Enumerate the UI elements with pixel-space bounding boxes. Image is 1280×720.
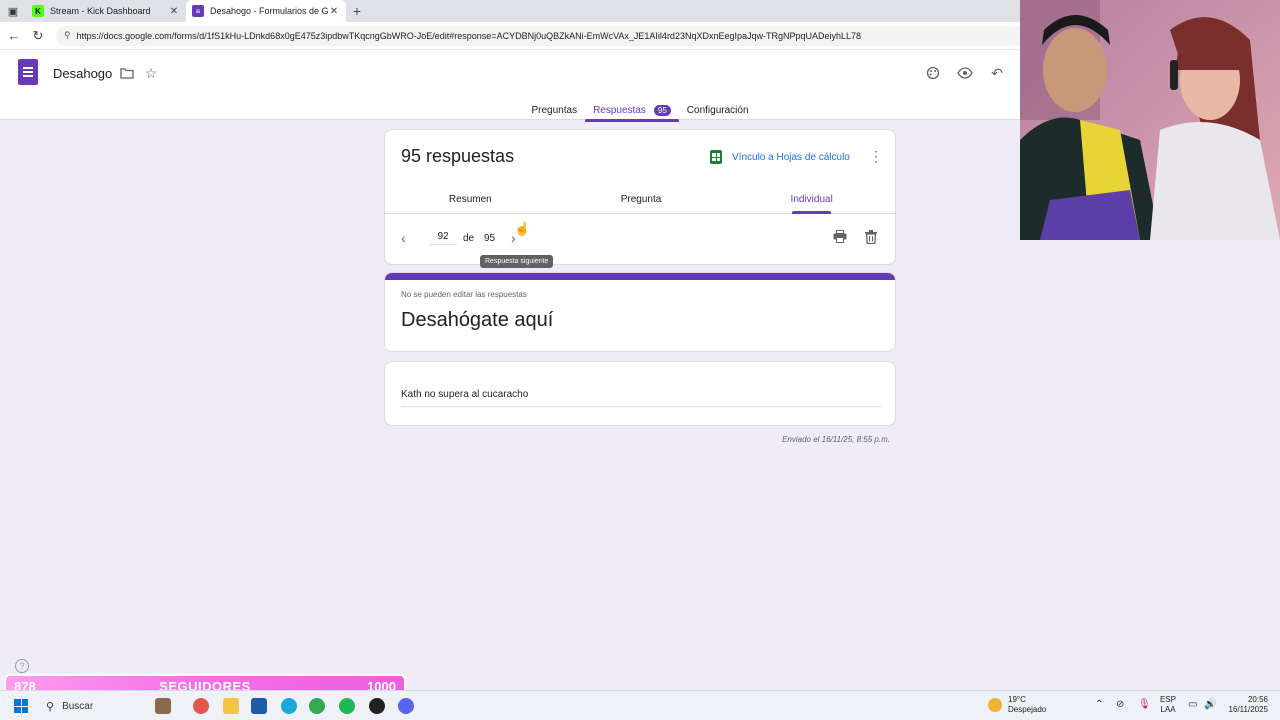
- response-count-badge: 95: [653, 104, 671, 116]
- google-forms-logo-icon[interactable]: [18, 59, 38, 85]
- url-text: https://docs.google.com/forms/d/1fS1kHu-…: [76, 30, 862, 41]
- response-view-tabs: Resumen Pregunta Individual: [385, 185, 897, 214]
- moon-icon: [988, 698, 1002, 712]
- app-icon[interactable]: [193, 698, 209, 714]
- folder-icon[interactable]: [117, 63, 137, 83]
- forms-icon: ≡: [192, 5, 204, 17]
- new-tab-button[interactable]: +: [346, 0, 368, 22]
- windows-start-icon[interactable]: [14, 699, 28, 713]
- delete-icon[interactable]: [865, 229, 877, 247]
- app-icon[interactable]: [251, 698, 267, 714]
- kick-icon: K: [32, 5, 44, 17]
- undo-icon[interactable]: ↶: [987, 63, 1007, 83]
- more-options-icon[interactable]: ⋮: [869, 148, 883, 165]
- tab-label: Preguntas: [531, 104, 578, 116]
- display-icon[interactable]: ▭: [1188, 699, 1197, 710]
- form-header-card: No se pueden editar las respuestas Desah…: [384, 272, 896, 352]
- weather-desc: Despejado: [1008, 705, 1047, 714]
- document-title[interactable]: Desahogo: [53, 66, 112, 81]
- file-explorer-icon[interactable]: [223, 698, 239, 714]
- discord-icon[interactable]: [398, 698, 414, 714]
- search-icon: ⚲: [46, 700, 55, 713]
- taskbar-search[interactable]: ⚲ Buscar: [40, 696, 148, 716]
- tab-label: Pregunta: [620, 193, 662, 205]
- microphone-icon[interactable]: 🎙: [1138, 699, 1151, 710]
- next-response-tooltip: Respuesta siguiente: [480, 255, 554, 268]
- preview-eye-icon[interactable]: [955, 63, 975, 83]
- spotify-icon[interactable]: [339, 698, 355, 714]
- clock[interactable]: 20:56 16/11/2025: [1222, 695, 1268, 715]
- windows-taskbar: ⚲ Buscar 19°C Despejado ⌃ ⊘ 🎙 ESP LAA ▭ …: [0, 690, 1280, 720]
- clock-date: 16/11/2025: [1228, 705, 1268, 714]
- tab-title: Stream - Kick Dashboard: [50, 6, 151, 16]
- lang-code: ESP: [1160, 695, 1177, 704]
- network-icon[interactable]: ⊘: [1116, 699, 1124, 710]
- pager-of-label: de: [463, 232, 475, 244]
- url-field[interactable]: ⚲ https://docs.google.com/forms/d/1fS1kH…: [56, 25, 1056, 46]
- google-sheets-icon: [710, 150, 722, 164]
- tab-pregunta[interactable]: Pregunta: [556, 185, 727, 213]
- close-tab-icon[interactable]: ✕: [168, 6, 180, 17]
- tab-individual[interactable]: Individual: [726, 185, 897, 214]
- tab-label: Resumen: [448, 193, 492, 205]
- previous-response-icon[interactable]: ‹: [401, 230, 406, 246]
- chrome-icon[interactable]: [309, 698, 325, 714]
- site-info-icon[interactable]: ⚲: [64, 30, 71, 41]
- close-tab-icon[interactable]: ✕: [328, 6, 340, 17]
- tab-label: Respuestas: [593, 104, 646, 116]
- browser-tab-kick[interactable]: K Stream - Kick Dashboard ✕: [26, 0, 186, 22]
- app-icon[interactable]: [155, 698, 171, 714]
- tab-preguntas[interactable]: Preguntas: [523, 100, 585, 120]
- browser-tab-forms[interactable]: ≡ Desahogo - Formularios de Goog ✕: [186, 0, 346, 22]
- language-indicator[interactable]: ESP LAA: [1160, 695, 1176, 715]
- tab-label: Configuración: [686, 104, 749, 116]
- link-to-sheets-button[interactable]: Vínculo a Hojas de cálculo: [710, 150, 850, 164]
- chevron-up-icon[interactable]: ⌃: [1095, 699, 1103, 710]
- search-label: Buscar: [62, 700, 94, 712]
- form-accent-bar: [385, 273, 895, 280]
- submitted-timestamp: Enviado el 16/11/25, 8:55 p.m.: [782, 435, 890, 444]
- tab-title: Desahogo - Formularios de Goog: [210, 6, 328, 16]
- sheets-link-label: Vínculo a Hojas de cálculo: [732, 151, 850, 163]
- mouse-cursor-icon: ☝: [514, 221, 531, 236]
- edge-icon[interactable]: [281, 698, 297, 714]
- help-icon[interactable]: ?: [15, 659, 29, 673]
- tab-label: Individual: [790, 193, 833, 205]
- responses-count-title: 95 respuestas: [401, 146, 515, 166]
- weather-temp: 19°C: [1008, 695, 1026, 704]
- answer-text: Kath no supera al cucaracho: [401, 389, 881, 407]
- webcam-overlay: [1020, 0, 1280, 240]
- palette-icon[interactable]: [923, 63, 943, 83]
- reload-button[interactable]: ↻: [26, 24, 50, 48]
- star-icon[interactable]: ☆: [141, 63, 161, 83]
- response-pager: ‹ 92 de 95 ›: [385, 226, 897, 250]
- form-title: Desahógate aquí: [401, 309, 554, 331]
- cannot-edit-notice: No se pueden editar las respuestas: [401, 290, 527, 299]
- clock-time: 20:56: [1247, 695, 1268, 704]
- pager-total: 95: [484, 232, 496, 244]
- tab-actions-icon[interactable]: ▣: [0, 0, 26, 22]
- response-number-input[interactable]: 92: [429, 231, 457, 245]
- responses-card: 95 respuestas Vínculo a Hojas de cálculo…: [384, 129, 897, 265]
- lang-layout: LAA: [1160, 705, 1176, 714]
- tab-resumen[interactable]: Resumen: [385, 185, 556, 213]
- volume-icon[interactable]: 🔊: [1204, 699, 1216, 710]
- back-button[interactable]: ←: [2, 24, 26, 48]
- answer-card: Kath no supera al cucaracho: [384, 361, 896, 426]
- weather-widget[interactable]: 19°C Despejado: [988, 695, 1046, 715]
- tab-respuestas[interactable]: Respuestas 95: [585, 100, 679, 122]
- obs-icon[interactable]: [369, 698, 385, 714]
- tab-configuracion[interactable]: Configuración: [679, 100, 757, 120]
- print-icon[interactable]: [833, 230, 847, 246]
